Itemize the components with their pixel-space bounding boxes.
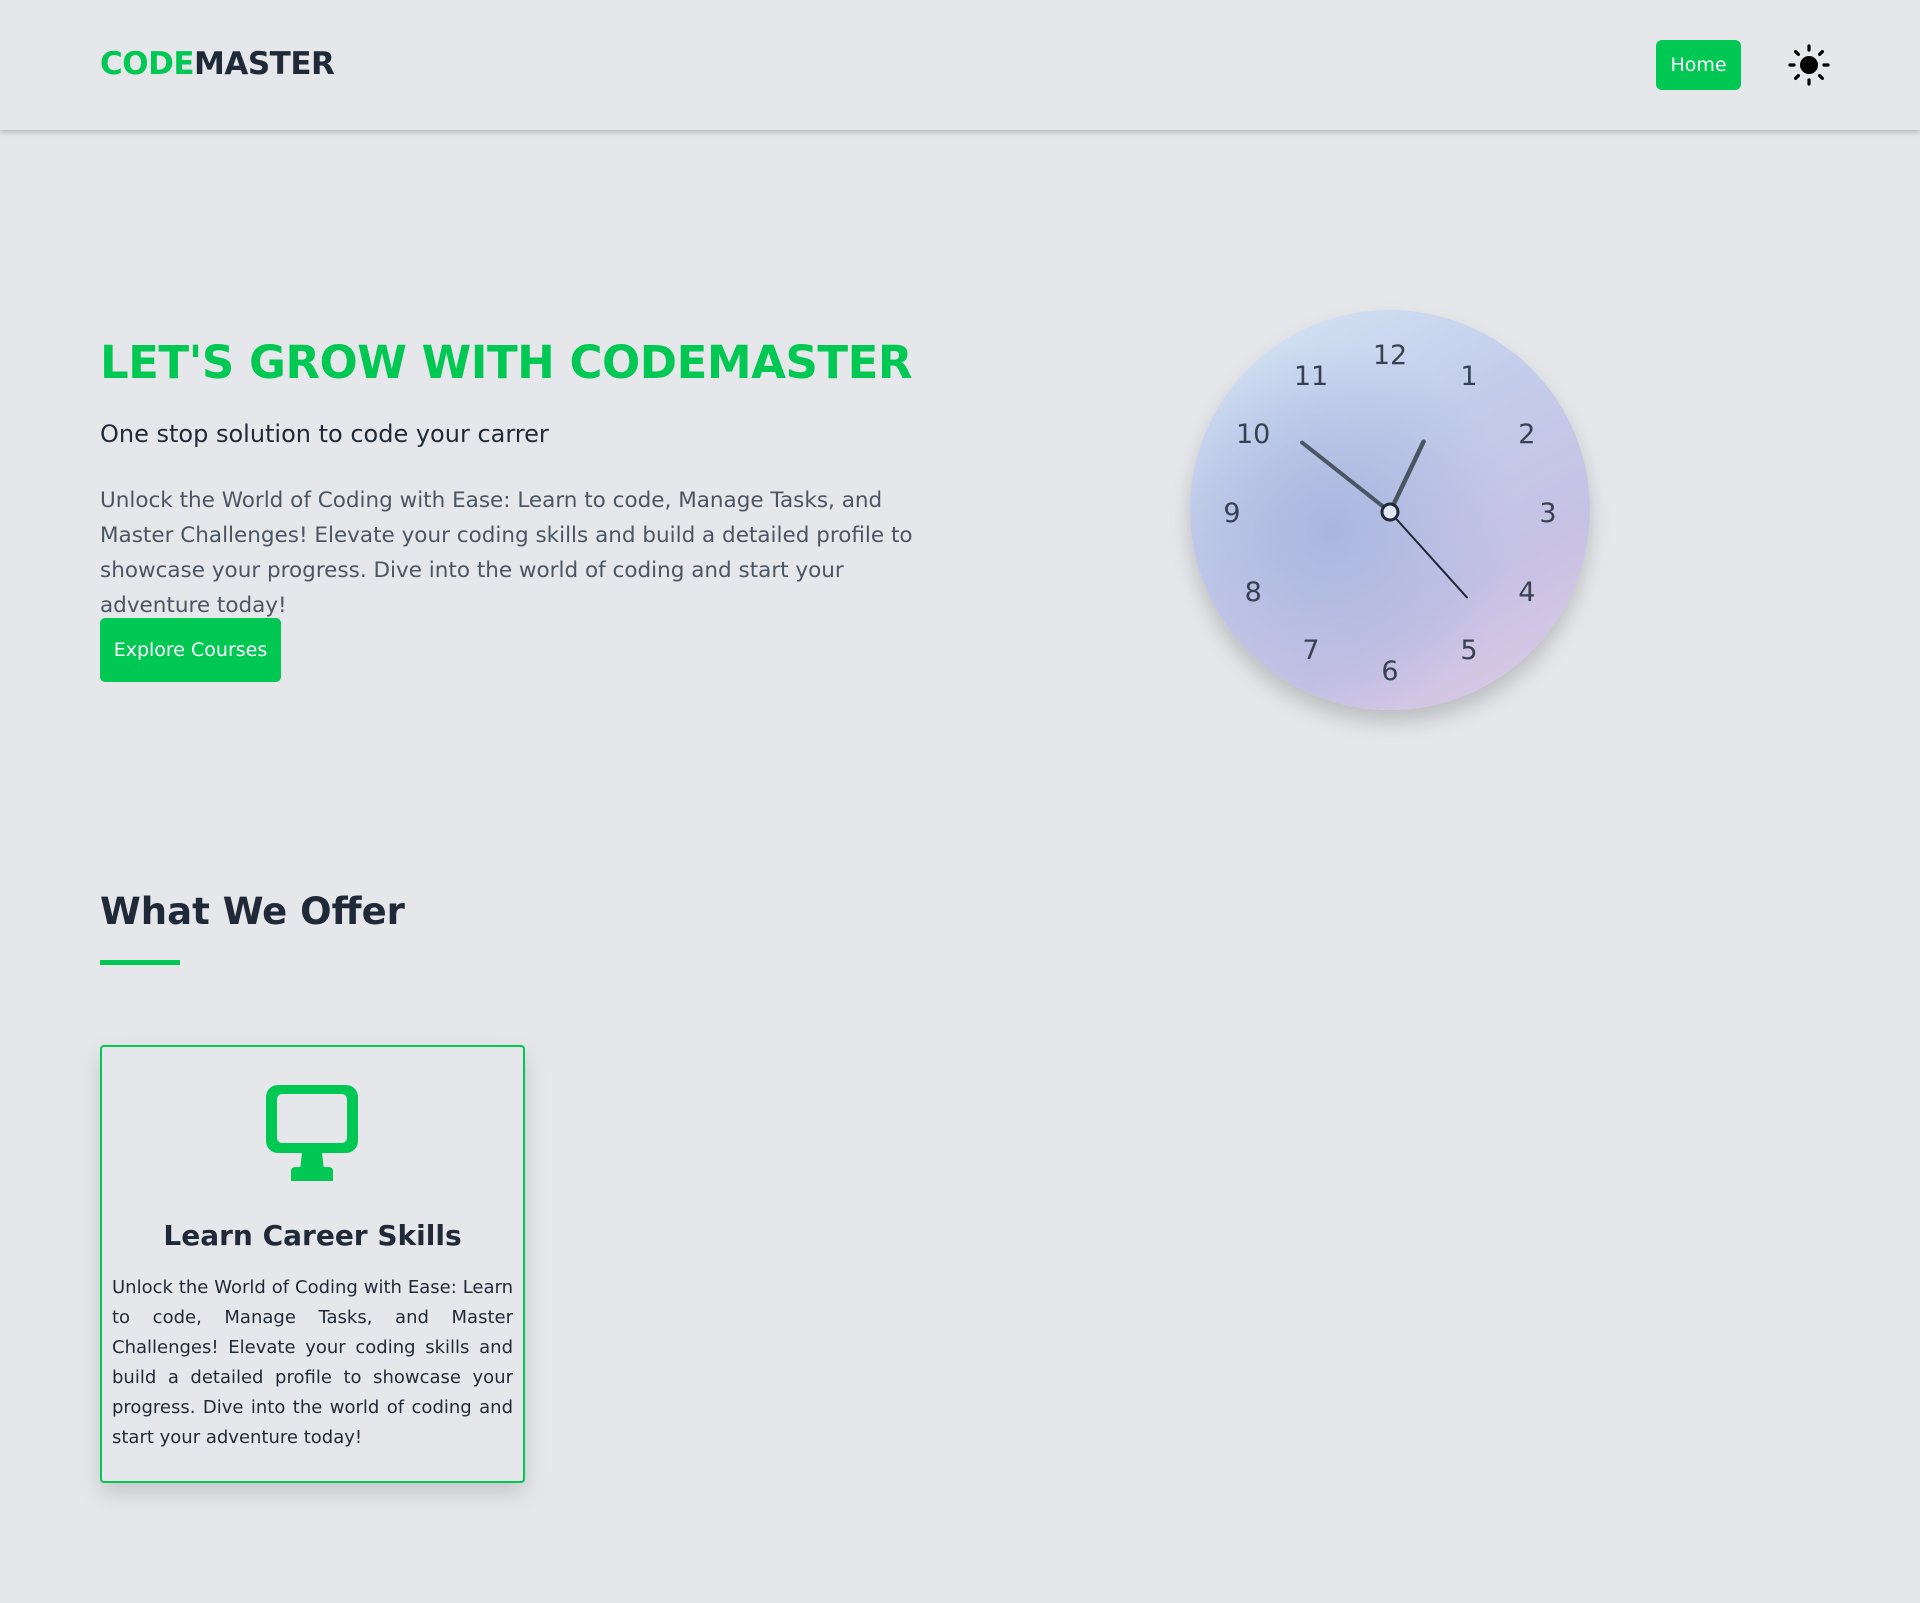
hero-description: Unlock the World of Coding with Ease: Le… — [100, 488, 913, 618]
analog-clock: 12 1 2 3 4 5 6 7 8 9 10 11 — [1190, 310, 1590, 710]
brand-main-text: MASTER — [194, 46, 335, 82]
monitor-icon — [262, 1083, 362, 1183]
section-title-offer: What We Offer — [100, 890, 405, 933]
clock-numeral-12: 12 — [1373, 340, 1407, 371]
brand-accent-text: CODE — [100, 46, 195, 82]
section-underline — [100, 960, 180, 965]
clock-numeral-10: 10 — [1236, 419, 1270, 450]
second-hand — [1389, 511, 1468, 599]
clock-numeral-5: 5 — [1460, 635, 1477, 666]
home-button[interactable]: Home — [1656, 40, 1741, 90]
clock-numeral-4: 4 — [1518, 577, 1535, 608]
clock-numeral-2: 2 — [1518, 419, 1535, 450]
clock-numeral-11: 11 — [1294, 361, 1328, 392]
card-title: Learn Career Skills — [163, 1219, 462, 1252]
clock-numeral-8: 8 — [1245, 577, 1262, 608]
clock-numeral-6: 6 — [1381, 656, 1398, 687]
explore-courses-button[interactable]: Explore Courses — [100, 618, 281, 682]
minute-hand — [1300, 440, 1392, 514]
hour-hand — [1387, 439, 1426, 515]
clock-face: 121234567891011 — [1223, 340, 1556, 687]
clock-numeral-7: 7 — [1302, 635, 1319, 666]
hero-title: LET'S GROW WITH CODEMASTER — [100, 336, 913, 389]
sun-icon — [1788, 44, 1830, 86]
offer-card: Learn Career Skills Unlock the World of … — [100, 1045, 525, 1483]
clock-numeral-1: 1 — [1460, 361, 1477, 392]
clock-center-pin — [1380, 502, 1400, 522]
theme-toggle-button[interactable] — [1788, 44, 1830, 86]
brand-logo[interactable]: CODEMASTER — [100, 46, 335, 82]
hero-subtitle: One stop solution to code your carrer — [100, 420, 549, 448]
clock-numeral-3: 3 — [1539, 498, 1556, 529]
clock-numeral-9: 9 — [1223, 498, 1240, 529]
navbar: CODEMASTER Home — [0, 0, 1920, 130]
card-description: Unlock the World of Coding with Ease: Le… — [112, 1277, 513, 1448]
